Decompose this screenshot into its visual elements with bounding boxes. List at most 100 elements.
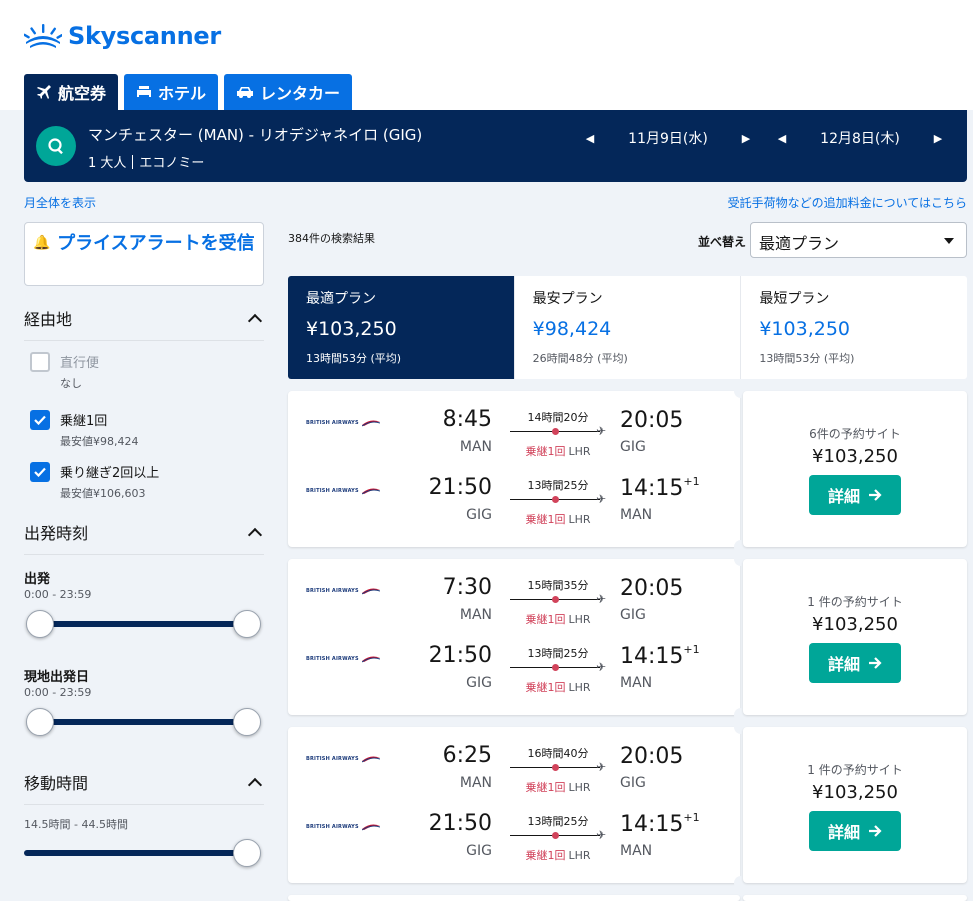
departure-max-handle[interactable] — [233, 610, 261, 638]
outbound-date[interactable]: 11月9日(水) — [600, 128, 736, 148]
chevron-up-icon — [247, 313, 263, 329]
flight-result-card[interactable]: BRITISH AIRWAYS 8:45 MAN 14時間20分 ✈ 乗継1回 L… — [288, 384, 967, 554]
stop-count: 乗継1回 — [525, 849, 566, 862]
outbound-next-arrow-icon[interactable]: ▶ — [736, 132, 756, 145]
leg-duration: 13時間25分 — [527, 647, 589, 660]
arrival-airport: GIG — [620, 439, 646, 455]
stops-filter-header[interactable]: 経由地 — [24, 306, 264, 341]
outbound-leg: BRITISH AIRWAYS 6:25 MAN 16時間40分 ✈ 乗継1回 L… — [288, 727, 740, 794]
duration-max-handle[interactable] — [233, 839, 261, 867]
arrival-time: 14:15+1 — [620, 475, 700, 501]
one-stop-checkbox[interactable] — [30, 410, 50, 430]
baggage-fees-link[interactable]: 受託手荷物などの追加料金についてはこちら — [728, 194, 967, 211]
arrow-right-icon — [869, 657, 882, 669]
return-date[interactable]: 12月8日(木) — [792, 128, 928, 148]
departure-airport: MAN — [459, 775, 492, 791]
flight-price: ¥103,250 — [812, 446, 898, 467]
return-max-handle[interactable] — [233, 708, 261, 736]
booking-sites-count: 1 件の予約サイト — [807, 595, 903, 609]
tab-fastest[interactable]: 最短プラン ¥103,250 13時間53分 (平均) — [741, 276, 967, 379]
tab-car-hire[interactable]: レンタカー — [224, 74, 353, 110]
leg-duration: 13時間25分 — [527, 479, 589, 492]
itinerary-panel[interactable]: BRITISH AIRWAYS 8:45 MAN 14時間20分 ✈ 乗継1回 L… — [288, 391, 740, 547]
departure-airport: GIG — [466, 843, 492, 859]
tab-price: ¥98,424 — [532, 318, 612, 340]
tab-price: ¥103,250 — [759, 318, 851, 340]
stop-option-price: 最安値¥98,424 — [60, 435, 139, 448]
duration-filter-header[interactable]: 移動時間 — [24, 770, 264, 805]
details-button[interactable]: 詳細 — [809, 475, 901, 515]
stop-count: 乗継1回 — [525, 445, 566, 458]
skyscanner-logo[interactable]: Skyscanner — [24, 22, 221, 50]
sort-label: 並べ替え — [698, 235, 747, 249]
sunrise-logo-icon — [24, 24, 62, 48]
sort-dropdown[interactable]: 最適プラン — [750, 222, 967, 258]
arrival-time: 14:15+1 — [620, 811, 700, 837]
stop-dot — [552, 496, 559, 503]
departure-time-label: 出発 — [24, 572, 51, 587]
details-button[interactable]: 詳細 — [809, 643, 901, 683]
return-prev-arrow-icon[interactable]: ◀ — [772, 132, 792, 145]
outbound-prev-arrow-icon[interactable]: ◀ — [580, 132, 600, 145]
duration-slider[interactable] — [24, 850, 248, 856]
arrival-time-value: 20:05 — [620, 744, 684, 769]
departure-airport: MAN — [459, 607, 492, 623]
return-min-handle[interactable] — [26, 708, 54, 736]
stop-dot — [552, 764, 559, 771]
price-alert-label: プライスアラートを受信 — [57, 233, 255, 254]
british-airways-logo-icon: BRITISH AIRWAYS — [306, 587, 380, 595]
month-view-link[interactable]: 月全体を表示 — [24, 194, 96, 211]
departure-time-slider[interactable] — [38, 621, 250, 627]
arrival-time: 20:05 — [620, 407, 683, 433]
day-offset: +1 — [683, 811, 700, 824]
itinerary-panel[interactable]: BRITISH AIRWAYS 6:25 MAN 16時間40分 ✈ 乗継1回 L… — [288, 727, 740, 883]
leg-duration: 14時間20分 — [527, 411, 589, 424]
tab-best[interactable]: 最適プラン ¥103,250 13時間53分 (平均) — [288, 276, 515, 379]
stop-info: 乗継1回 LHR — [510, 443, 606, 459]
tab-hotels[interactable]: ホテル — [124, 74, 219, 110]
tab-duration: 26時間48分 (平均) — [532, 352, 628, 365]
tab-cheapest[interactable]: 最安プラン ¥98,424 26時間48分 (平均) — [515, 276, 742, 379]
booking-sites-count: 6件の予約サイト — [809, 427, 901, 441]
stop-info: 乗継1回 LHR — [510, 779, 606, 795]
return-next-arrow-icon[interactable]: ▶ — [928, 132, 948, 145]
stop-option-two-plus[interactable]: 乗り継ぎ2回以上 最安値¥106,603 — [30, 462, 159, 501]
flight-result-card[interactable]: BRITISH AIRWAYS 6:25 MAN 16時間40分 ✈ 乗継1回 L… — [288, 720, 967, 890]
stop-option-direct[interactable]: 直行便 なし — [30, 352, 99, 391]
stop-dot — [552, 664, 559, 671]
stop-option-price: 最安値¥106,603 — [60, 487, 146, 500]
details-label: 詳細 — [827, 655, 860, 674]
stop-option-one-stop[interactable]: 乗継1回 最安値¥98,424 — [30, 410, 139, 449]
search-button[interactable] — [36, 126, 76, 166]
departure-min-handle[interactable] — [26, 610, 54, 638]
arrival-time-value: 20:05 — [620, 576, 684, 601]
return-time-slider[interactable] — [38, 719, 250, 725]
tab-duration: 13時間53分 (平均) — [306, 352, 402, 365]
tab-flights[interactable]: 航空券 — [24, 74, 119, 110]
itinerary-panel[interactable]: BRITISH AIRWAYS 7:30 MAN 15時間35分 ✈ 乗継1回 L… — [288, 559, 740, 715]
arrival-time-value: 14:15 — [620, 476, 684, 501]
stop-option-label: 乗継1回 — [60, 414, 108, 429]
two-plus-stops-checkbox[interactable] — [30, 462, 50, 482]
details-button[interactable]: 詳細 — [809, 811, 901, 851]
price-panel: 6件の予約サイト ¥103,250 詳細 — [743, 391, 967, 547]
car-icon — [237, 87, 254, 98]
stop-dot — [552, 428, 559, 435]
price-alert-button[interactable]: 🔔 プライスアラートを受信 — [24, 222, 264, 286]
tab-car-hire-label: レンタカー — [260, 84, 341, 103]
booking-sites-count: 1 件の予約サイト — [807, 763, 903, 777]
arrow-right-icon — [869, 825, 882, 837]
price-sort-tabs: 最適プラン ¥103,250 13時間53分 (平均) 最安プラン ¥98,42… — [288, 276, 967, 379]
price-panel — [743, 895, 967, 901]
outbound-leg: BRITISH AIRWAYS 7:30 MAN 15時間35分 ✈ 乗継1回 L… — [288, 559, 740, 626]
direct-checkbox[interactable] — [30, 352, 50, 372]
british-airways-logo-icon: BRITISH AIRWAYS — [306, 655, 380, 663]
return-time-range: 0:00 - 23:59 — [24, 686, 92, 699]
duration-filter-title: 移動時間 — [24, 774, 89, 793]
arrival-time: 20:05 — [620, 575, 683, 601]
times-filter-header[interactable]: 出発時刻 — [24, 520, 264, 555]
search-summary-bar[interactable]: マンチェスター (MAN) - リオデジャネイロ (GIG) 1 大人 エコノミー… — [24, 110, 967, 182]
flight-result-card[interactable]: BRITISH AIRWAYS 7:30 MAN 15時間35分 ✈ 乗継1回 L… — [288, 552, 967, 722]
departure-time: 21:50 — [428, 475, 492, 500]
check-icon — [34, 467, 46, 477]
